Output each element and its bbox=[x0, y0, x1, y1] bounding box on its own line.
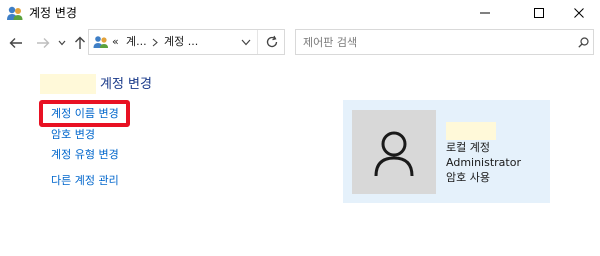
address-divider bbox=[257, 30, 258, 54]
arrow-left-icon bbox=[9, 38, 22, 48]
chevron-down-icon[interactable] bbox=[241, 39, 251, 46]
close-icon bbox=[574, 8, 584, 18]
minimize-icon bbox=[480, 12, 490, 14]
title-bar: 계정 변경 bbox=[0, 0, 600, 26]
control-panel-icon bbox=[93, 36, 108, 48]
user-icon bbox=[374, 131, 414, 177]
search-icon[interactable] bbox=[578, 37, 589, 48]
heading-marker bbox=[40, 74, 96, 94]
arrow-right-icon bbox=[37, 38, 50, 48]
arrow-up-icon bbox=[75, 36, 85, 49]
up-button[interactable] bbox=[70, 34, 90, 52]
account-role: Administrator bbox=[446, 156, 521, 169]
chevron-down-icon bbox=[58, 40, 66, 46]
minimize-button[interactable] bbox=[462, 0, 508, 26]
password-status: 암호 사용 bbox=[446, 171, 490, 184]
manage-other-accounts-link[interactable]: 다른 계정 관리 bbox=[51, 174, 119, 188]
breadcrumb-item[interactable]: 계... bbox=[126, 34, 147, 50]
refresh-icon[interactable] bbox=[265, 35, 279, 49]
user-accounts-icon bbox=[7, 6, 23, 20]
forward-button[interactable] bbox=[33, 34, 53, 52]
change-account-type-link[interactable]: 계정 유형 변경 bbox=[51, 148, 119, 162]
account-name-marker bbox=[446, 122, 496, 140]
window-title: 계정 변경 bbox=[29, 6, 77, 20]
rename-account-link[interactable]: 계정 이름 변경 bbox=[51, 107, 119, 121]
breadcrumb-overflow[interactable]: « bbox=[112, 34, 119, 50]
search-input[interactable] bbox=[296, 30, 566, 54]
back-button[interactable] bbox=[6, 34, 26, 52]
account-type: 로컬 계정 bbox=[446, 141, 490, 154]
address-bar[interactable]: « 계... 계정 ... bbox=[88, 29, 285, 55]
chevron-right-icon bbox=[152, 38, 158, 47]
close-button[interactable] bbox=[556, 0, 600, 26]
maximize-icon bbox=[534, 8, 544, 18]
avatar bbox=[352, 110, 436, 194]
change-password-link[interactable]: 암호 변경 bbox=[51, 128, 95, 142]
recent-locations-button[interactable] bbox=[55, 34, 69, 52]
page-title: 계정 변경 bbox=[100, 77, 152, 92]
search-box[interactable] bbox=[295, 29, 594, 55]
breadcrumb-item[interactable]: 계정 ... bbox=[164, 34, 198, 50]
account-panel: 로컬 계정 Administrator 암호 사용 bbox=[343, 100, 550, 203]
